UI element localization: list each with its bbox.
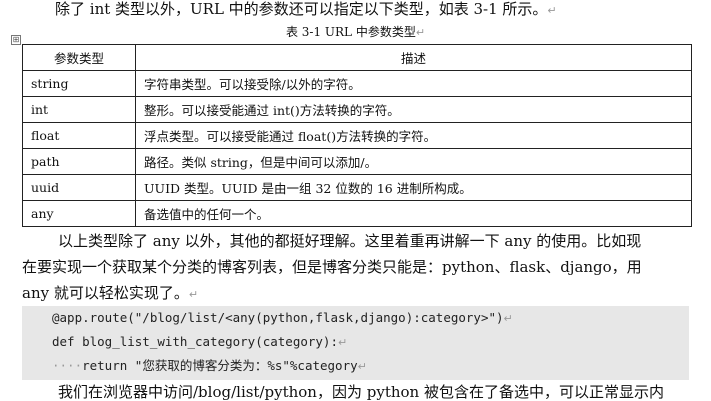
paragraph-mark: ↵ — [547, 4, 557, 17]
caption-mark: ↵ — [415, 26, 426, 39]
intro-text: 除了 int 类型以外，URL 中的参数还可以指定以下类型，如表 3-1 所示。 — [55, 0, 548, 18]
code-line-mark: ↵ — [337, 336, 348, 349]
param-desc-cell: UUID 类型。UUID 是由一组 32 位数的 16 进制所构成。 — [135, 174, 692, 201]
code-indent-dots: ···· — [52, 358, 83, 373]
param-desc-cell: 路径。类似 string，但是中间可以添加/。 — [135, 148, 692, 175]
paragraph3-line1-text: 我们在浏览器中访问/blog/list/python，因为 python 被包含… — [58, 383, 664, 401]
table-move-handle-icon[interactable]: ⊞ — [11, 35, 21, 45]
code-line-mark: ↵ — [357, 360, 367, 373]
document-page: 除了 int 类型以外，URL 中的参数还可以指定以下类型，如表 3-1 所示。… — [0, 0, 711, 401]
param-desc-cell: 备选值中的任何一个。 — [135, 200, 692, 227]
table-row: any 备选值中的任何一个。 — [22, 200, 692, 227]
table-row: string 字符串类型。可以接受除/以外的字符。 — [22, 70, 692, 97]
paragraph2-line3-text: any 就可以轻松实现了。 — [22, 284, 189, 302]
code-line3-text: return "您获取的博客分类为：%s"%category — [82, 358, 358, 373]
param-type-cell: string — [22, 70, 136, 97]
table-caption: 表 3-1 URL 中参数类型↵ — [0, 24, 711, 41]
table-header-row: 参数类型 描述 — [22, 44, 692, 71]
code-line1-text: @app.route("/blog/list/<any(python,flask… — [52, 310, 504, 325]
code-line-mark: ↵ — [503, 312, 513, 325]
paragraph3-line1: 我们在浏览器中访问/blog/list/python，因为 python 被包含… — [58, 383, 664, 401]
header-description: 描述 — [135, 44, 692, 71]
code-line-decorator: @app.route("/blog/list/<any(python,flask… — [52, 310, 513, 327]
param-desc-cell: 整形。可以接受能通过 int()方法转换的字符。 — [135, 96, 692, 123]
paragraph2-line1-text: 以上类型除了 any 以外，其他的都挺好理解。这里着重再讲解一下 any 的使用… — [58, 232, 642, 250]
param-type-cell: any — [22, 200, 136, 227]
paragraph2-line1: 以上类型除了 any 以外，其他的都挺好理解。这里着重再讲解一下 any 的使用… — [58, 232, 641, 250]
paragraph2-line2: 在要实现一个获取某个分类的博客列表，但是博客分类只能是：python、flask… — [22, 258, 642, 276]
paragraph-mark: ↵ — [188, 288, 199, 301]
table-row: path 路径。类似 string，但是中间可以添加/。 — [22, 148, 692, 175]
table-row: int 整形。可以接受能通过 int()方法转换的字符。 — [22, 96, 692, 123]
intro-paragraph: 除了 int 类型以外，URL 中的参数还可以指定以下类型，如表 3-1 所示。… — [55, 0, 557, 20]
param-type-cell: float — [22, 122, 136, 149]
code-line-def: def blog_list_with_category(category):↵ — [52, 334, 347, 351]
param-type-cell: uuid — [22, 174, 136, 201]
table-caption-text: 表 3-1 URL 中参数类型 — [285, 25, 416, 39]
code-line-return: ····return "您获取的博客分类为：%s"%category↵ — [52, 358, 367, 375]
header-param-type: 参数类型 — [22, 44, 136, 71]
code-line2-text: def blog_list_with_category(category): — [52, 334, 338, 349]
table-row: uuid UUID 类型。UUID 是由一组 32 位数的 16 进制所构成。 — [22, 174, 692, 201]
param-type-cell: int — [22, 96, 136, 123]
url-param-types-table: 参数类型 描述 string 字符串类型。可以接受除/以外的字符。 int 整形… — [22, 44, 692, 227]
param-type-cell: path — [22, 148, 136, 175]
paragraph2-line2-text: 在要实现一个获取某个分类的博客列表，但是博客分类只能是：python、flask… — [22, 258, 642, 276]
paragraph2-line3: any 就可以轻松实现了。↵ — [22, 284, 198, 304]
table-row: float 浮点类型。可以接受能通过 float()方法转换的字符。 — [22, 122, 692, 149]
param-desc-cell: 字符串类型。可以接受除/以外的字符。 — [135, 70, 692, 97]
param-desc-cell: 浮点类型。可以接受能通过 float()方法转换的字符。 — [135, 122, 692, 149]
code-block: @app.route("/blog/list/<any(python,flask… — [22, 306, 689, 380]
